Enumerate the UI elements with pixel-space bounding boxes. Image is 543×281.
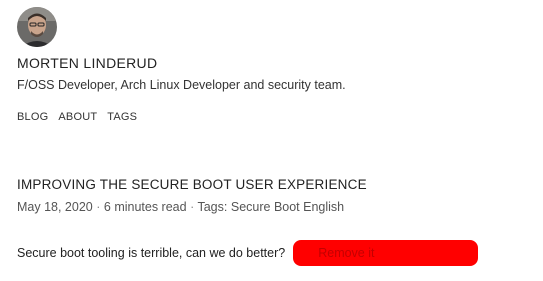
person-portrait-icon xyxy=(17,7,57,47)
nav-item-about[interactable]: ABOUT xyxy=(58,111,97,123)
post-meta: May 18, 2020 · 6 minutes read · Tags: Se… xyxy=(17,200,344,214)
site-description: F/OSS Developer, Arch Linux Developer an… xyxy=(17,78,346,92)
nav-item-tags[interactable]: TAGS xyxy=(107,111,137,123)
nav-item-blog[interactable]: BLOG xyxy=(17,111,48,123)
post-title[interactable]: IMPROVING THE SECURE BOOT USER EXPERIENC… xyxy=(17,177,367,192)
tag-link-secure-boot[interactable]: Secure Boot xyxy=(231,200,300,214)
post-tags-label: Tags: xyxy=(197,200,228,214)
post-summary: Secure boot tooling is terrible, can we … xyxy=(17,246,286,260)
meta-separator: · xyxy=(96,200,101,214)
post-date: May 18, 2020 xyxy=(17,200,93,214)
tag-link-english[interactable]: English xyxy=(303,200,344,214)
remove-it-button[interactable]: Remove it xyxy=(293,240,479,266)
post-summary-row: Secure boot tooling is terrible, can we … xyxy=(17,240,479,266)
site-name[interactable]: MORTEN LINDERUD xyxy=(17,55,157,71)
post-read-time: 6 minutes read xyxy=(103,200,187,214)
main-nav: BLOG ABOUT TAGS xyxy=(17,111,137,123)
avatar xyxy=(17,7,57,47)
meta-separator: · xyxy=(190,200,195,214)
